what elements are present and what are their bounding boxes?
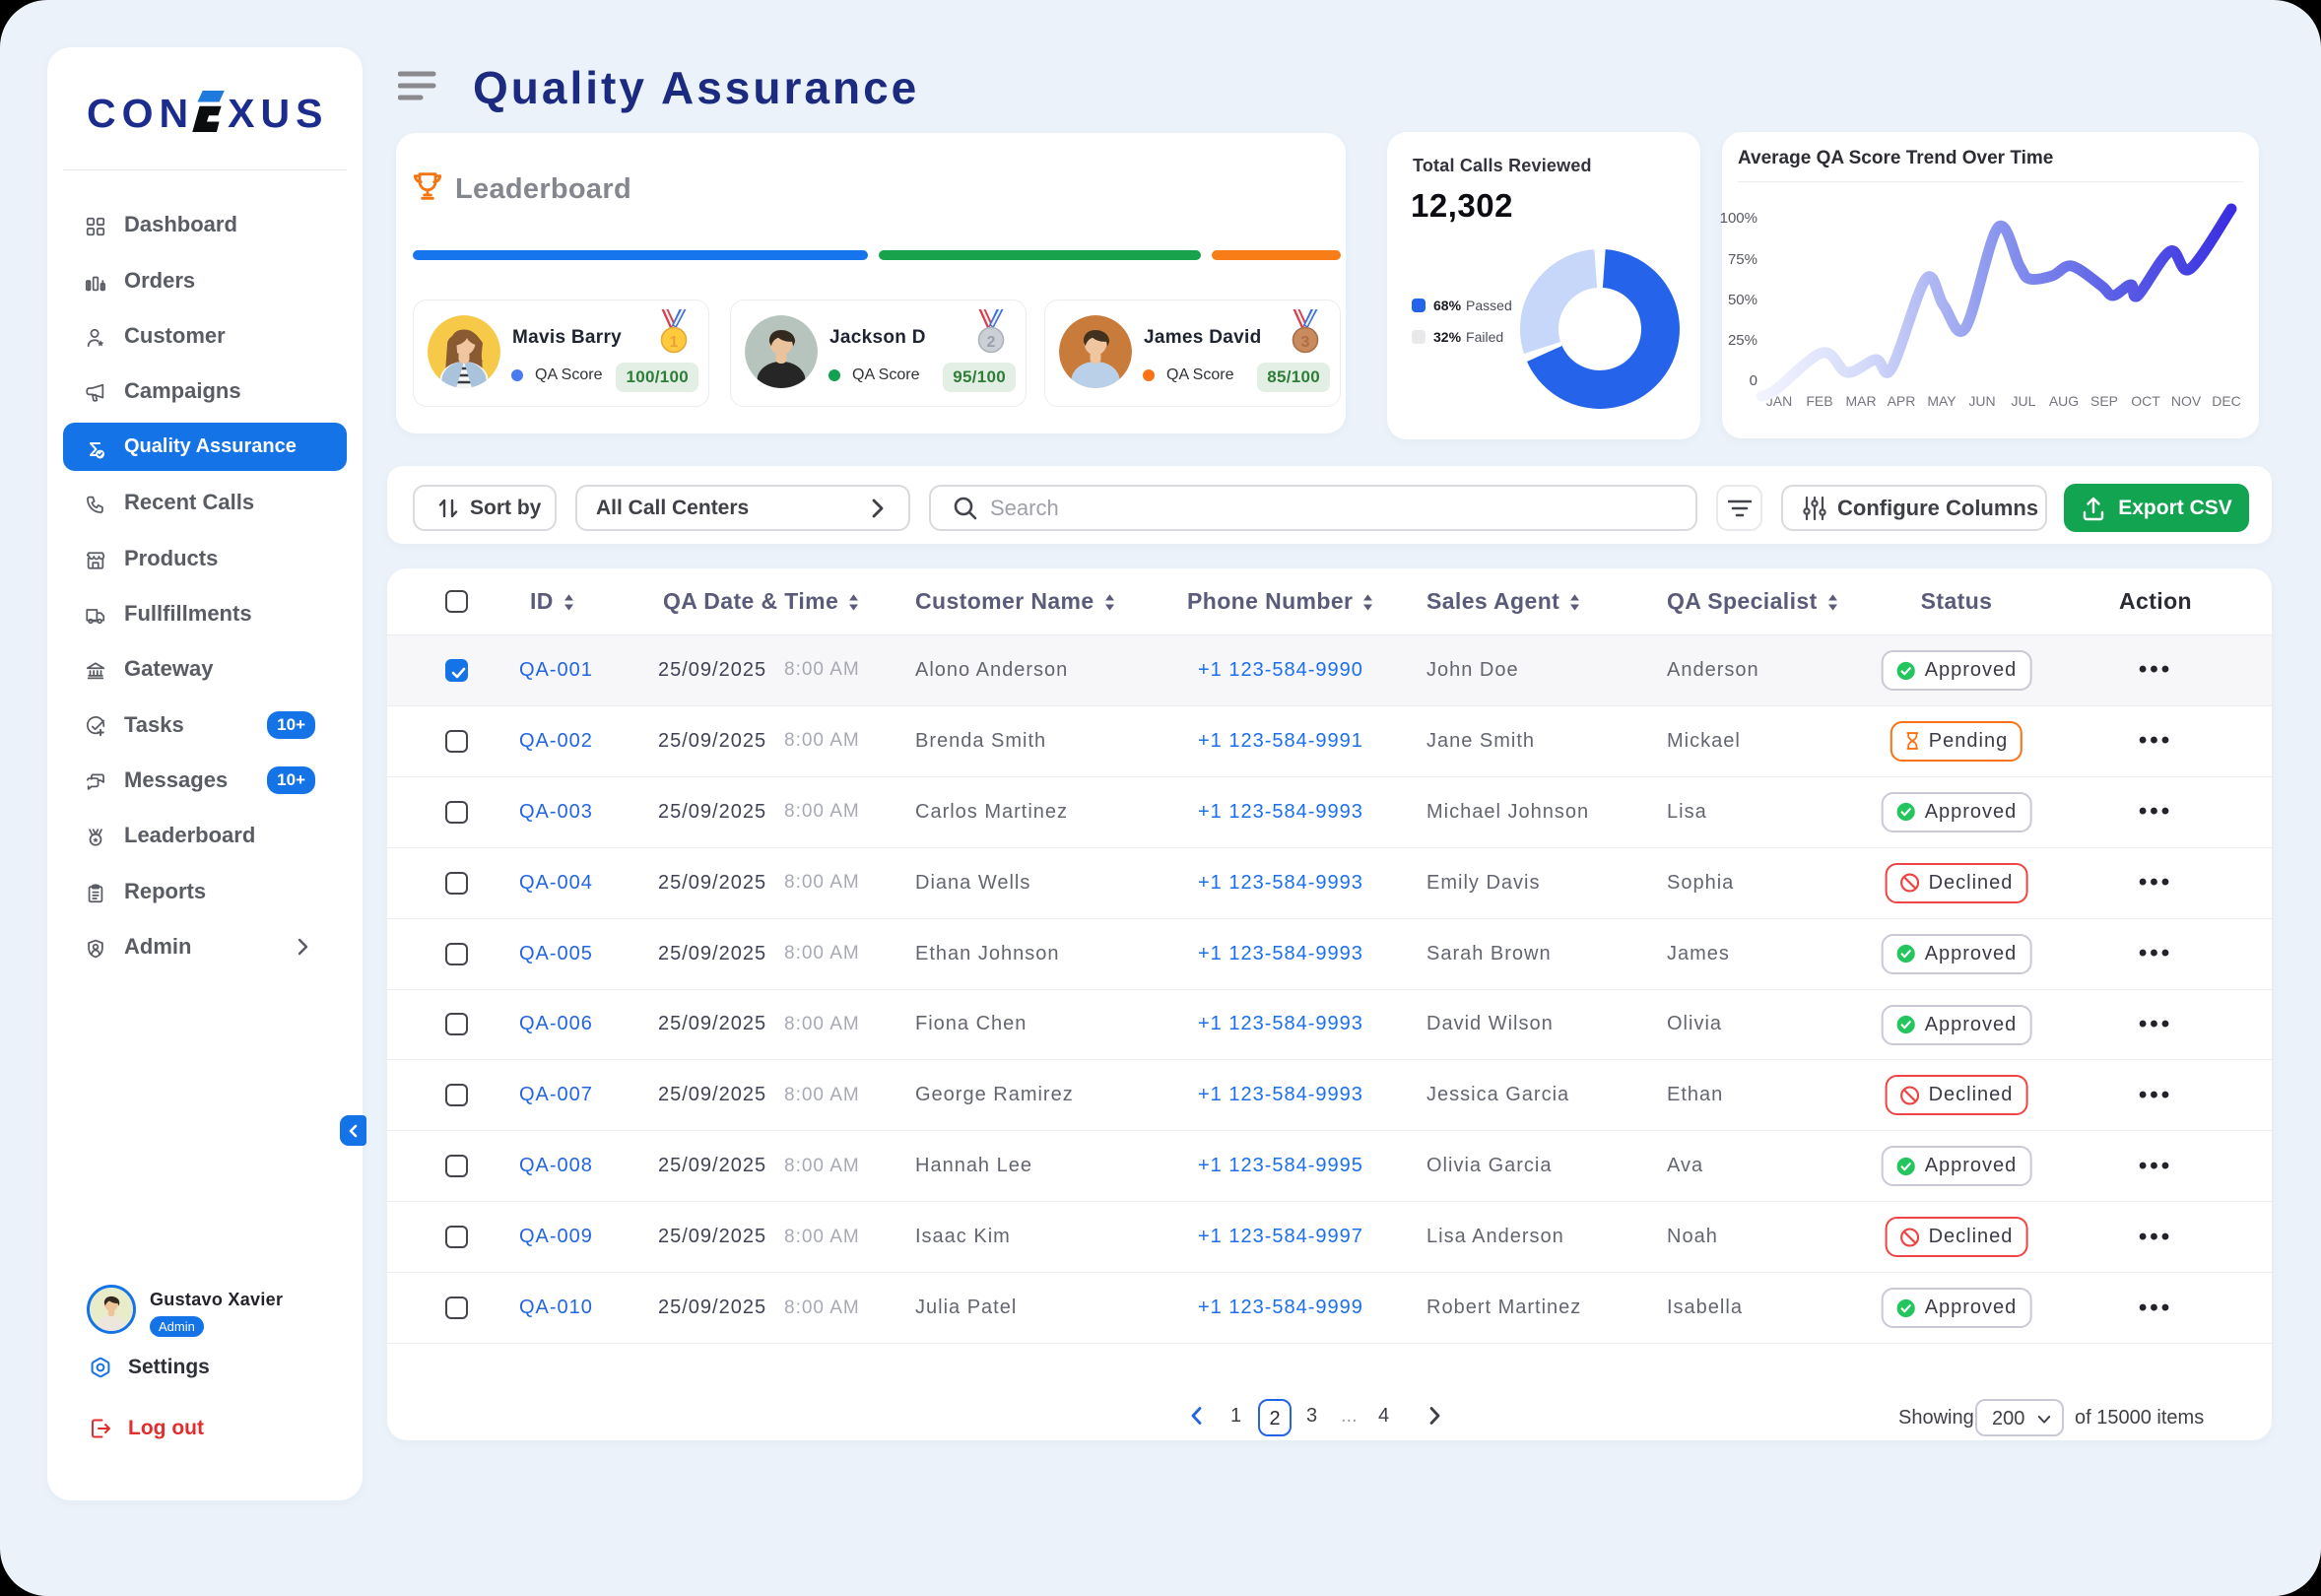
svg-text:1: 1 (670, 334, 679, 351)
svg-text:3: 3 (1301, 334, 1310, 351)
svg-text:2: 2 (987, 334, 996, 351)
